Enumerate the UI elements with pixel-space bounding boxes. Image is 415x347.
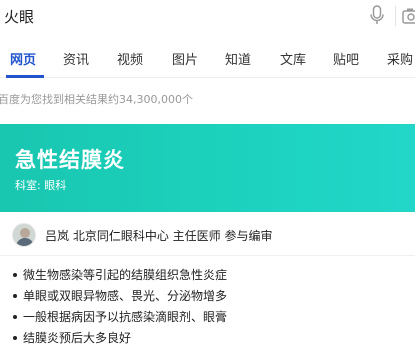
tab-images[interactable]: 图片 [172, 49, 198, 68]
list-item: 微生物感染等引起的结膜组织急性炎症 [12, 266, 412, 287]
list-item: 一般根据病因予以抗感染滴眼剂、眼膏 [12, 308, 412, 329]
camera-icon[interactable] [402, 6, 415, 26]
card-department: 科室: 眼科 [15, 179, 67, 192]
search-bar[interactable]: 火眼 [0, 0, 415, 34]
list-item: 结膜炎预后大多良好 [12, 329, 412, 347]
microphone-icon[interactable] [369, 5, 385, 27]
tab-zhidao[interactable]: 知道 [225, 49, 251, 68]
avatar [12, 223, 36, 247]
result-count: 百度为您找到相关结果约34,300,000个 [0, 93, 193, 106]
tab-web[interactable]: 网页 [10, 49, 36, 68]
knowledge-card-banner[interactable]: 急性结膜炎 科室: 眼科 [0, 124, 415, 212]
search-divider [395, 6, 396, 26]
search-input[interactable]: 火眼 [4, 6, 34, 27]
card-author-row[interactable]: 吕岚 北京同仁眼科中心 主任医师 参与编审 [0, 214, 415, 256]
active-tab-indicator [6, 75, 44, 78]
list-item: 单眼或双眼异物感、畏光、分泌物增多 [12, 287, 412, 308]
author-info: 吕岚 北京同仁眼科中心 主任医师 参与编审 [45, 229, 273, 243]
tab-wenku[interactable]: 文库 [280, 49, 306, 68]
search-tabs: 网页 资讯 视频 图片 知道 文库 贴吧 采购 [0, 40, 415, 78]
tab-video[interactable]: 视频 [117, 49, 143, 68]
card-title[interactable]: 急性结膜炎 [15, 144, 125, 174]
card-summary-list: 微生物感染等引起的结膜组织急性炎症 单眼或双眼异物感、畏光、分泌物增多 一般根据… [12, 266, 412, 347]
tab-caigou[interactable]: 采购 [387, 49, 413, 68]
tab-news[interactable]: 资讯 [63, 49, 89, 68]
tab-tieba[interactable]: 贴吧 [333, 49, 359, 68]
